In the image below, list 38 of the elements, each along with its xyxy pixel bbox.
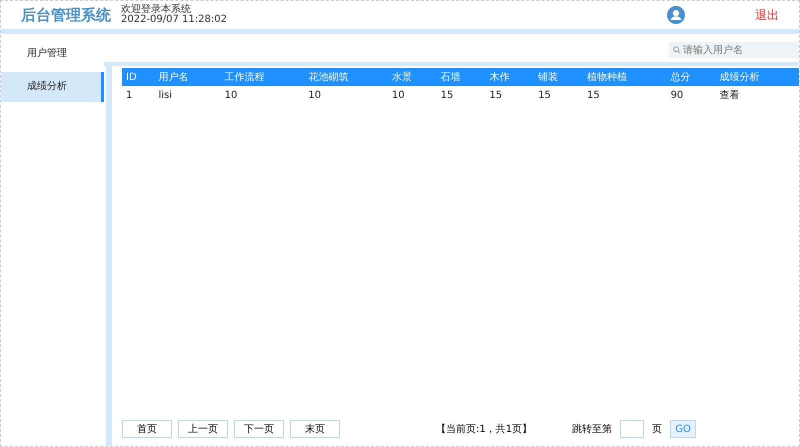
column-header: ID <box>122 68 154 86</box>
page-button[interactable]: 下一页 <box>234 420 284 438</box>
column-header: 水景 <box>388 68 437 86</box>
column-header: 花池砌筑 <box>304 68 388 86</box>
page-button[interactable]: 上一页 <box>178 420 228 438</box>
column-header: 铺装 <box>534 68 583 86</box>
column-header: 木作 <box>485 68 534 86</box>
column-header: 用户名 <box>154 68 221 86</box>
app-title: 后台管理系统 <box>21 6 111 24</box>
table-cell: 10 <box>304 86 388 104</box>
page-unit: 页 <box>652 423 662 436</box>
table-cell: 15 <box>436 86 486 104</box>
table-cell: 15 <box>534 86 583 104</box>
column-header: 总分 <box>666 68 716 86</box>
table-cell: 15 <box>582 86 667 104</box>
column-header: 石墙 <box>436 68 486 86</box>
sidebar-item[interactable]: 成绩分析 <box>1 72 104 102</box>
sidebar-item[interactable]: 用户管理 <box>1 40 104 68</box>
column-header: 植物种植 <box>582 68 667 86</box>
welcome-text: 欢迎登录本系统 <box>121 5 191 15</box>
page-input[interactable] <box>620 420 644 438</box>
table-cell: 15 <box>485 86 534 104</box>
page-status: 【当前页:1，共1页】 <box>436 422 532 436</box>
page-button[interactable]: 末页 <box>290 420 340 438</box>
jump-label: 跳转至第 <box>572 422 612 436</box>
table-cell: 10 <box>388 86 437 104</box>
search-field[interactable]: 请输入用户名 <box>669 42 799 58</box>
user-avatar-icon[interactable] <box>667 6 685 24</box>
column-header: 成绩分析 <box>715 68 799 86</box>
table-cell: lisi <box>154 86 221 104</box>
page-button[interactable]: 首页 <box>122 420 172 438</box>
column-header: 工作流程 <box>220 68 304 86</box>
datetime-text: 2022-09/07 11:28:02 <box>121 15 227 25</box>
table-cell: 10 <box>220 86 304 104</box>
table-cell: 1 <box>122 86 154 104</box>
logout-link[interactable]: 退出 <box>755 6 779 24</box>
table-cell: 90 <box>666 86 716 104</box>
view-link[interactable]: 查看 <box>715 86 799 104</box>
